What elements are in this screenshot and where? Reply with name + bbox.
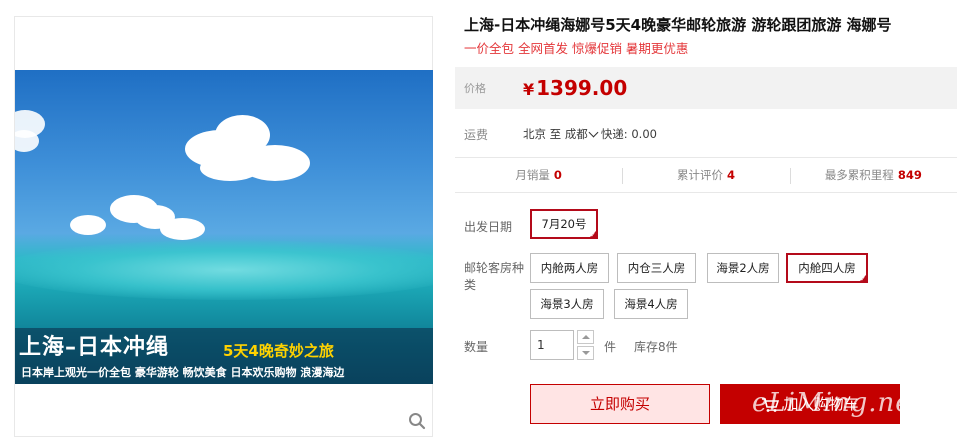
quantity-decrease-button[interactable]: [577, 346, 594, 360]
add-to-cart-label: 加入购物车: [783, 395, 859, 413]
cart-icon: [762, 397, 780, 412]
add-to-cart-button[interactable]: 加入购物车: [720, 384, 900, 424]
cloud: [70, 215, 106, 235]
price-amount: 1399.00: [536, 76, 628, 100]
product-title: 上海-日本冲绳海娜号5天4晚豪华邮轮旅游 游轮跟团旅游 海娜号: [464, 16, 892, 34]
shipping-to-word: 至: [549, 127, 562, 141]
price-value: ¥1399.00: [523, 76, 627, 100]
product-image-panel: 上海–日本冲绳 5天4晚奇妙之旅 日本岸上观光一价全包 豪华游轮 畅饮美食 日本…: [14, 16, 433, 437]
product-subtitle: 一价全包 全网首发 惊爆促销 暑期更优惠: [464, 41, 689, 56]
departure-date-label: 出发日期: [464, 220, 513, 234]
monthly-sales-value: 0: [553, 168, 562, 182]
room-option-selected[interactable]: 内舱四人房: [786, 253, 868, 283]
review-count[interactable]: 累计评价 4: [622, 158, 789, 192]
shipping-info: 北京 至 成都 快递: 0.00: [523, 126, 657, 142]
magnifier-icon[interactable]: [408, 412, 426, 430]
review-count-value: 4: [726, 168, 735, 182]
banner-subtitle: 5天4晚奇妙之旅: [223, 342, 334, 360]
room-type-label: 邮轮客房种类: [464, 259, 524, 293]
shipping-destination: 成都: [564, 127, 588, 141]
cloud: [15, 130, 39, 152]
room-type-label-line1: 邮轮客房种: [464, 261, 525, 275]
monthly-sales-label: 月销量: [515, 168, 550, 182]
room-option[interactable]: 内舱两人房: [530, 253, 609, 283]
stock-count: 库存8件: [634, 340, 678, 354]
price-label: 价格: [464, 82, 486, 95]
currency-symbol: ¥: [523, 80, 535, 99]
shipping-from: 北京: [523, 127, 546, 141]
mileage-points-label: 最多累积里程: [824, 168, 894, 182]
monthly-sales: 月销量 0: [455, 158, 622, 192]
cloud: [200, 155, 260, 181]
shipping-method: 快递: 0.00: [600, 127, 657, 141]
room-option[interactable]: 海景3人房: [530, 289, 604, 319]
cloud: [160, 218, 205, 240]
mileage-points-value: 849: [897, 168, 922, 182]
price-box: 价格 ¥1399.00: [455, 67, 957, 109]
mileage-points: 最多累积里程 849: [789, 158, 957, 192]
review-count-label: 累计评价: [676, 168, 723, 182]
room-option[interactable]: 海景2人房: [707, 253, 779, 283]
quantity-label: 数量: [464, 340, 489, 354]
banner-title: 上海–日本冲绳: [19, 335, 170, 360]
sea-horizon: [15, 240, 433, 300]
chevron-down-icon: [588, 127, 599, 138]
buy-now-button[interactable]: 立即购买: [530, 384, 710, 424]
quantity-unit: 件: [604, 340, 617, 354]
quantity-input[interactable]: 1: [530, 330, 574, 360]
shipping-label: 运费: [464, 128, 489, 142]
quantity-increase-button[interactable]: [577, 330, 594, 344]
room-type-label-line2: 类: [464, 278, 477, 292]
room-option[interactable]: 内仓三人房: [617, 253, 696, 283]
date-option[interactable]: 7月20号: [530, 209, 598, 239]
room-option[interactable]: 海景4人房: [614, 289, 688, 319]
banner-features: 日本岸上观光一价全包 豪华游轮 畅饮美食 日本欢乐购物 浪漫海边: [21, 366, 345, 379]
shipping-destination-select[interactable]: 成都: [565, 127, 601, 141]
sales-stats-bar: 月销量 0 累计评价 4 最多累积里程 849: [455, 157, 957, 193]
